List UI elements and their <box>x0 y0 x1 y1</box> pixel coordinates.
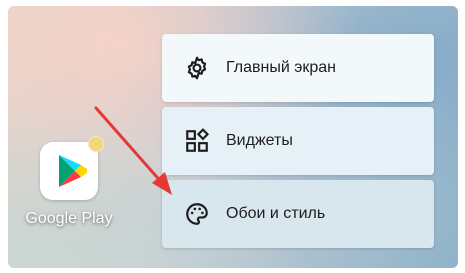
menu-item-wallpaper-style[interactable]: Обои и стиль <box>162 180 434 248</box>
google-play-icon[interactable] <box>40 136 104 200</box>
notification-dot <box>88 136 104 152</box>
menu-item-label: Обои и стиль <box>226 205 326 222</box>
context-menu: Главный экран Виджеты Обои и стиль <box>162 34 434 253</box>
app-label: Google Play <box>25 210 113 227</box>
menu-item-label: Главный экран <box>226 59 337 76</box>
palette-icon <box>184 201 210 227</box>
widgets-icon <box>184 128 210 154</box>
app-google-play[interactable]: Google Play <box>14 136 124 228</box>
gear-icon <box>184 55 210 81</box>
menu-item-home-screen[interactable]: Главный экран <box>162 34 434 102</box>
menu-item-label: Виджеты <box>226 132 293 149</box>
menu-item-widgets[interactable]: Виджеты <box>162 107 434 175</box>
